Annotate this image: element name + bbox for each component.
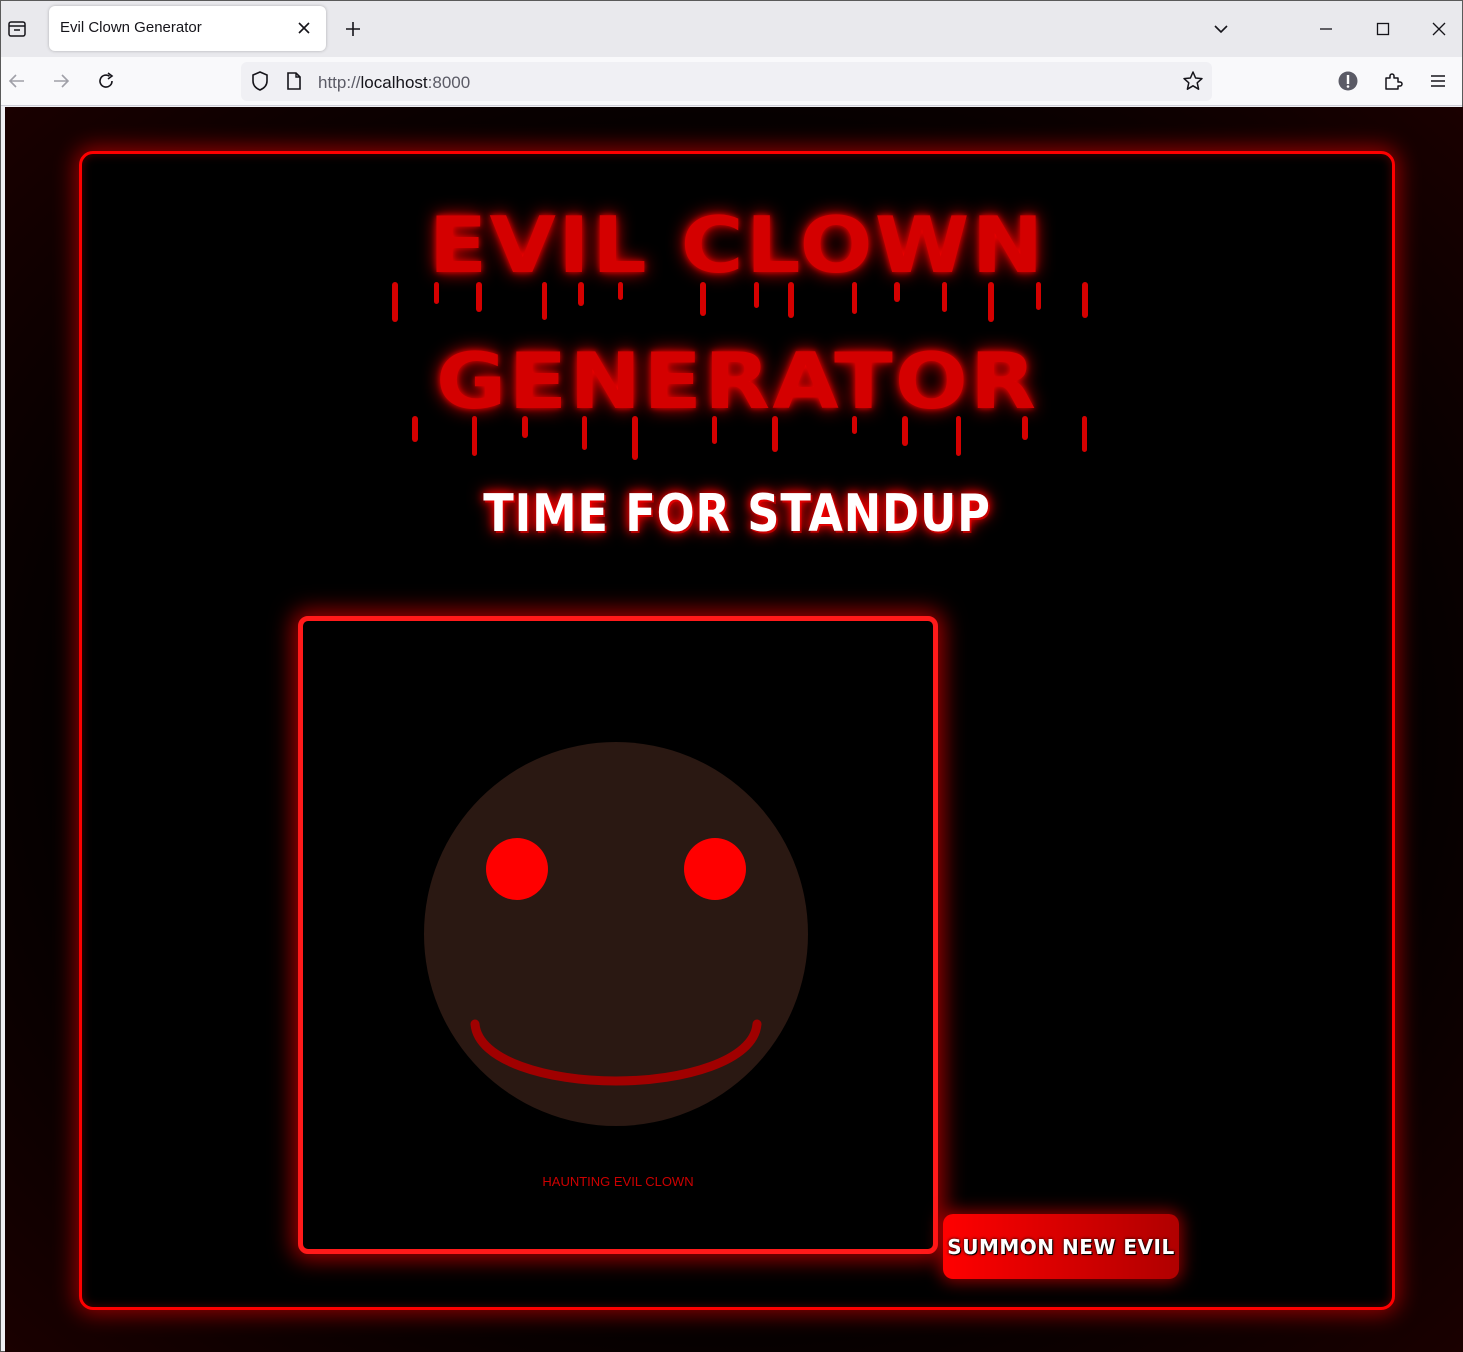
url-host: localhost xyxy=(360,73,428,92)
bookmark-star-icon[interactable] xyxy=(1182,70,1204,96)
account-icon[interactable] xyxy=(1336,69,1360,93)
clown-right-eye xyxy=(684,838,746,900)
forward-arrow-icon[interactable] xyxy=(49,69,73,93)
new-tab-plus-icon[interactable] xyxy=(341,17,365,41)
page-viewport: EVIL CLOWN GENERATOR TIME FOR STANDUP HA… xyxy=(5,107,1463,1352)
minimize-icon[interactable] xyxy=(1310,13,1342,45)
url-scheme: http:// xyxy=(318,73,361,92)
url-port: :8000 xyxy=(427,73,471,92)
tab-evil-clown-generator[interactable]: Evil Clown Generator xyxy=(49,6,326,51)
menu-hamburger-icon[interactable] xyxy=(1426,69,1450,93)
tab-strip: Evil Clown Generator xyxy=(1,1,1462,57)
title-drips-2 xyxy=(412,416,1087,460)
navigation-bar: http://localhost:8000 xyxy=(1,57,1462,106)
evil-clown-face-image xyxy=(424,742,808,1126)
main-container: EVIL CLOWN GENERATOR TIME FOR STANDUP HA… xyxy=(79,151,1395,1310)
clown-face xyxy=(424,742,808,1126)
clown-left-eye xyxy=(486,838,548,900)
title-drips-1 xyxy=(392,282,1088,322)
url-bar[interactable]: http://localhost:8000 xyxy=(241,62,1212,101)
window-close-icon[interactable] xyxy=(1423,13,1455,45)
title-line-1: EVIL CLOWN xyxy=(428,201,1046,291)
browser-window: Evil Clown Generator http://localhost:80… xyxy=(0,0,1463,1352)
maximize-icon[interactable] xyxy=(1367,13,1399,45)
page-icon[interactable] xyxy=(285,71,303,95)
reload-icon[interactable] xyxy=(94,69,118,93)
close-icon[interactable] xyxy=(294,18,314,38)
back-arrow-icon[interactable] xyxy=(5,69,29,93)
tab-list-icon[interactable] xyxy=(5,17,29,41)
clown-caption: HAUNTING EVIL CLOWN xyxy=(542,1174,694,1189)
clown-image-frame: HAUNTING EVIL CLOWN xyxy=(298,616,938,1254)
chevron-down-icon[interactable] xyxy=(1209,17,1233,41)
extensions-puzzle-icon[interactable] xyxy=(1381,69,1405,93)
shield-icon[interactable] xyxy=(249,70,271,96)
summon-new-evil-button[interactable]: SUMMON NEW EVIL xyxy=(943,1214,1179,1279)
tab-title: Evil Clown Generator xyxy=(60,19,202,36)
subtitle: TIME FOR STANDUP xyxy=(483,484,991,544)
url-text[interactable]: http://localhost:8000 xyxy=(318,73,470,93)
title-line-2: GENERATOR xyxy=(435,337,1039,427)
